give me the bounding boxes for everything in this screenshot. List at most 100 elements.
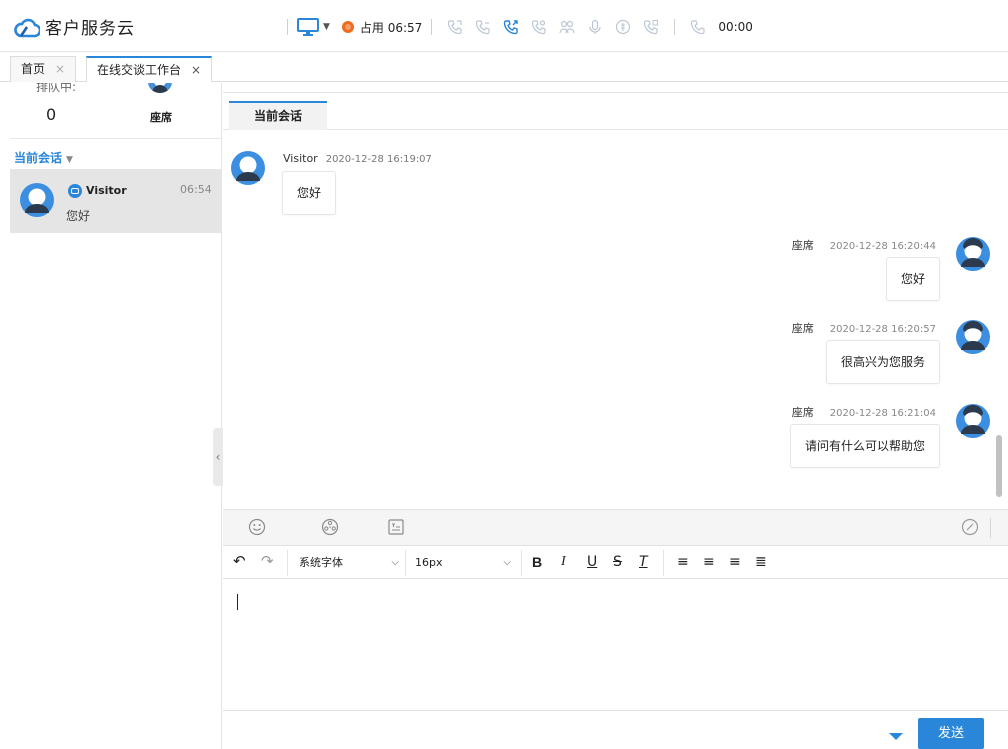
call-toolbar: ▼ 占用 06:57 00:00 — [278, 14, 753, 40]
text-cursor — [237, 594, 238, 610]
italic-icon[interactable]: I — [561, 554, 566, 570]
chevron-down-icon: ⌵ — [503, 557, 511, 568]
message-sender: 座席 — [791, 322, 814, 335]
session-preview: 您好 — [66, 209, 91, 223]
agent-avatar — [148, 83, 172, 93]
align-left-icon[interactable]: ≡ — [677, 554, 689, 570]
conference-icon[interactable] — [559, 19, 575, 35]
agent-avatar — [956, 237, 990, 271]
agent-avatar — [956, 320, 990, 354]
align-justify-icon[interactable]: ≣ — [755, 554, 767, 570]
close-icon[interactable]: × — [55, 62, 65, 76]
satisfaction-icon[interactable] — [615, 19, 631, 35]
tab-home[interactable]: 首页 × — [10, 56, 77, 82]
current-sessions-header[interactable]: 当前会话 ▼ — [14, 149, 73, 166]
collapse-sidebar-button[interactable]: ‹ — [213, 428, 223, 486]
phone-keypad-icon[interactable] — [643, 19, 659, 35]
panel-top-border — [223, 83, 1008, 93]
emoji-icon[interactable] — [248, 518, 266, 536]
message-sender: 座席 — [791, 239, 814, 252]
close-icon[interactable]: × — [191, 63, 201, 77]
divider — [431, 19, 433, 35]
strikethrough-icon[interactable]: S — [613, 554, 622, 570]
tab-label: 在线交谈工作台 — [97, 63, 182, 77]
visitor-avatar — [20, 183, 54, 217]
session-name: Visitor — [86, 184, 127, 197]
message-bubble: 很高兴为您服务 — [825, 340, 940, 384]
message-bubble: 您好 — [282, 171, 337, 215]
font-family-select[interactable]: 系统字体 ⌵ — [299, 546, 399, 579]
section-title: 当前会话 — [14, 151, 63, 165]
chevron-left-icon: ‹ — [215, 450, 221, 464]
end-session-icon[interactable] — [961, 518, 979, 536]
conversation-tabs: 当前会话 — [223, 94, 1008, 130]
phone-hangup-icon[interactable] — [690, 19, 706, 35]
bold-icon[interactable]: B — [532, 554, 542, 570]
chat-tool-row — [223, 509, 1008, 545]
queue-label: 排队中: — [36, 83, 77, 94]
agent-avatar — [956, 404, 990, 438]
cloud-logo-icon — [14, 18, 40, 37]
busy-status-icon[interactable] — [341, 21, 354, 33]
page-tabs: 首页 × 在线交谈工作台 × — [0, 56, 1008, 82]
divider — [990, 518, 991, 538]
phone-hold-icon[interactable] — [475, 19, 491, 35]
clear-format-icon[interactable]: T — [639, 554, 648, 570]
web-channel-icon — [68, 184, 82, 198]
message-time: 2020-12-28 16:20:57 — [829, 324, 936, 335]
agent-label: 座席 — [150, 111, 172, 124]
message-editor[interactable] — [223, 580, 1008, 711]
message-bubble: 您好 — [885, 257, 940, 301]
redo-icon[interactable]: ↷ — [261, 552, 274, 570]
divider — [287, 550, 288, 576]
agent-status[interactable]: 占用 06:57 — [360, 19, 422, 36]
divider — [405, 550, 406, 576]
format-toolbar: ↶ ↷ 系统字体 ⌵ 16px ⌵ B I U S T ≡ ≡ ≡ ≣ — [223, 545, 1008, 579]
divider — [663, 550, 664, 576]
message-agent: 座席 2020-12-28 16:20:57 很高兴为您服务 — [223, 320, 1008, 390]
queue-stats: 排队中: 0 座席 — [10, 83, 222, 139]
align-center-icon[interactable]: ≡ — [703, 554, 715, 570]
tab-online-workbench[interactable]: 在线交谈工作台 × — [86, 56, 213, 82]
chevron-down-icon: ⌵ — [391, 557, 399, 568]
align-right-icon[interactable]: ≡ — [729, 554, 741, 570]
session-list-item[interactable]: Visitor 06:54 您好 — [10, 169, 222, 233]
session-time: 06:54 — [180, 183, 212, 196]
quick-reply-icon[interactable] — [387, 518, 405, 536]
divider — [521, 550, 522, 576]
send-button[interactable]: 发送 — [918, 718, 984, 749]
chevron-down-icon: ▼ — [66, 155, 73, 165]
font-family-value: 系统字体 — [299, 556, 343, 569]
visitor-avatar — [231, 151, 265, 185]
tab-current-conversation[interactable]: 当前会话 — [229, 101, 327, 130]
message-sender: 座席 — [791, 406, 814, 419]
app-title: 客户服务云 — [45, 19, 135, 39]
device-selector[interactable]: ▼ — [297, 17, 330, 37]
chevron-down-icon: ▼ — [323, 22, 330, 32]
send-options-dropdown[interactable] — [889, 733, 903, 740]
undo-icon[interactable]: ↶ — [233, 552, 246, 570]
phone-consult-icon[interactable] — [531, 19, 547, 35]
message-agent: 座席 2020-12-28 16:21:04 请问有什么可以帮助您 — [223, 404, 1008, 474]
divider — [674, 19, 676, 35]
message-list: Visitor 2020-12-28 16:19:07 您好 座席 2020-12-… — [223, 131, 1008, 507]
message-sender: Visitor — [283, 152, 318, 165]
message-bubble: 请问有什么可以帮助您 — [789, 424, 940, 468]
underline-icon[interactable]: U — [587, 554, 597, 570]
message-agent: 座席 2020-12-28 16:20:44 您好 — [223, 237, 1008, 307]
message-scrollbar[interactable] — [996, 435, 1002, 497]
queue-count: 0 — [46, 105, 57, 124]
microphone-icon[interactable] — [587, 19, 603, 35]
tab-label: 首页 — [21, 62, 46, 76]
font-size-value: 16px — [415, 556, 443, 569]
session-sidebar: 排队中: 0 座席 当前会话 ▼ Visitor 06:54 您好 — [10, 83, 222, 749]
media-reel-icon[interactable] — [321, 518, 339, 536]
phone-transfer-icon[interactable] — [447, 19, 463, 35]
top-bar: 客户服务云 ▼ 占用 06:57 00:00 — [0, 0, 1008, 52]
divider — [287, 19, 288, 35]
monitor-icon — [297, 18, 319, 36]
app-logo: 客户服务云 — [14, 14, 135, 39]
message-time: 2020-12-28 16:20:44 — [829, 241, 936, 252]
font-size-select[interactable]: 16px ⌵ — [415, 546, 511, 579]
phone-call-icon[interactable] — [503, 19, 519, 35]
